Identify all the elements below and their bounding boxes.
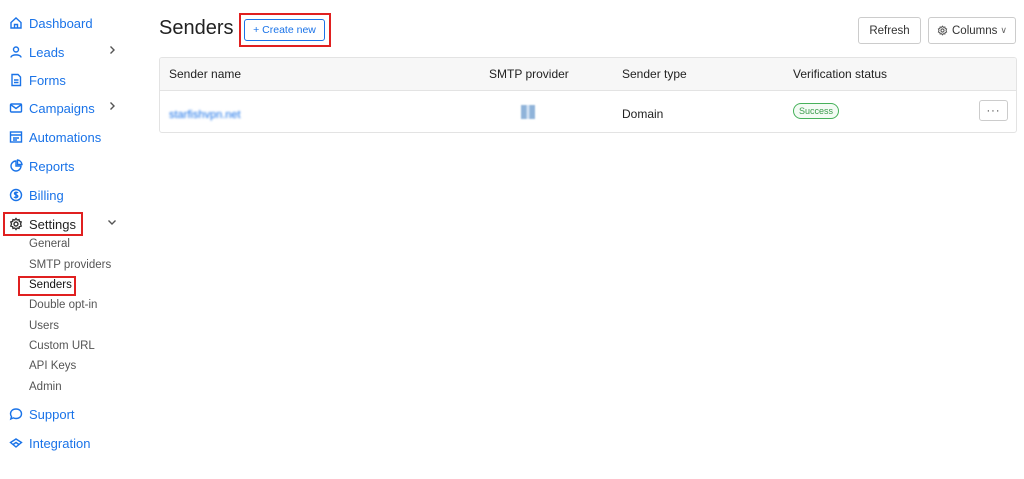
column-header-sender-name[interactable]: Sender name [169,67,241,81]
submenu-item-admin[interactable]: Admin [29,379,62,395]
mail-icon [9,101,23,115]
chevron-down-icon [107,217,117,227]
sidebar-item-label: Automations [29,129,102,145]
submenu-item-general[interactable]: General [29,236,70,252]
sidebar-item-settings[interactable]: Settings [9,213,116,235]
sidebar-item-dashboard[interactable]: Dashboard [9,12,93,34]
sidebar-item-leads[interactable]: Leads [9,41,115,63]
sidebar-item-automations[interactable]: Automations [9,126,101,148]
sidebar-item-label: Billing [29,187,64,203]
sidebar-item-label: Leads [29,44,65,60]
submenu-item-smtp-providers[interactable]: SMTP providers [29,257,111,273]
sidebar-item-label: Dashboard [29,15,93,31]
dollar-icon [9,188,23,202]
column-header-verification-status[interactable]: Verification status [793,67,887,81]
submenu-item-api-keys[interactable]: API Keys [29,358,76,374]
sidebar-item-label: Forms [29,72,66,88]
page-title: Senders [159,17,234,39]
sidebar-item-label: Campaigns [29,100,95,116]
sidebar-item-label: Reports [29,158,75,174]
column-header-sender-type[interactable]: Sender type [622,67,687,81]
automation-icon [9,130,23,144]
user-icon [9,45,23,59]
submenu-item-users[interactable]: Users [29,318,59,334]
columns-button[interactable]: Columns ∨ [928,17,1016,44]
smtp-provider-icon [521,105,535,119]
pie-chart-icon [9,159,23,173]
create-new-button[interactable]: + Create new [244,19,325,41]
submenu-item-custom-url[interactable]: Custom URL [29,338,95,354]
sidebar-item-forms[interactable]: Forms [9,69,66,91]
chevron-down-icon: ∨ [1000,25,1007,35]
gear-icon [9,217,23,231]
chat-icon [9,407,23,421]
sender-type-cell: Domain [622,107,664,121]
sidebar: Dashboard Leads Forms Campaigns Automati… [0,0,130,479]
sidebar-item-label: Integration [29,435,91,451]
sidebar-item-integration[interactable]: Integration [9,432,90,454]
chevron-right-icon [107,101,117,111]
refresh-button[interactable]: Refresh [858,17,921,44]
sidebar-item-label: Settings [29,216,76,232]
status-badge: Success [793,103,839,119]
sender-name-cell: starfishvpn.net [169,107,241,121]
gear-icon [937,25,948,36]
row-more-actions-button[interactable]: ··· [979,100,1008,121]
sidebar-item-reports[interactable]: Reports [9,155,75,177]
columns-label: Columns [952,24,998,37]
table-header: Sender name SMTP provider Sender type Ve… [160,58,1016,91]
submenu-item-double-opt-in[interactable]: Double opt-in [29,297,97,313]
chevron-right-icon [107,45,117,55]
submenu-item-senders[interactable]: Senders [29,277,72,293]
sidebar-item-campaigns[interactable]: Campaigns [9,97,115,119]
home-icon [9,16,23,30]
sidebar-item-support[interactable]: Support [9,403,75,425]
integration-icon [9,436,23,450]
column-header-smtp-provider[interactable]: SMTP provider [489,67,569,81]
sidebar-item-label: Support [29,406,75,422]
sender-name-link[interactable]: starfishvpn.net [169,109,241,121]
sidebar-item-billing[interactable]: Billing [9,184,64,206]
file-icon [9,73,23,87]
senders-table: Sender name SMTP provider Sender type Ve… [159,57,1017,133]
